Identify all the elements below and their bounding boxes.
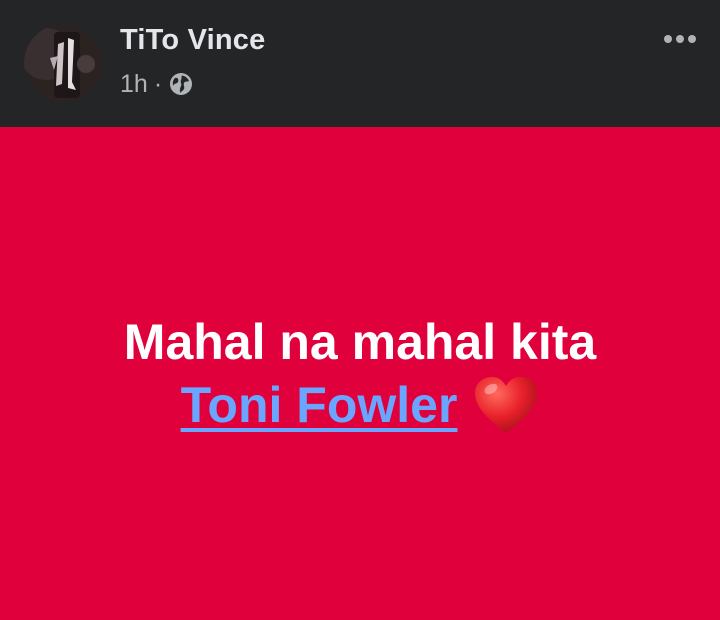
facebook-post: TiTo Vince 1h · Mahal na mahal kita Toni… — [0, 0, 720, 620]
more-horizontal-icon — [664, 35, 696, 43]
mention-link[interactable]: Toni Fowler — [181, 376, 458, 434]
meta-separator: · — [153, 69, 163, 98]
post-timestamp[interactable]: 1h — [120, 70, 148, 99]
red-heart-emoji — [473, 375, 539, 435]
post-text: Mahal na mahal kita Toni Fowler — [0, 313, 720, 435]
post-text-line2: Toni Fowler — [181, 375, 540, 435]
author-name[interactable]: TiTo Vince — [120, 24, 265, 57]
post-background: Mahal na mahal kita Toni Fowler — [0, 127, 720, 620]
post-header: TiTo Vince 1h · — [0, 0, 720, 127]
avatar-image — [24, 24, 102, 102]
globe-icon[interactable] — [169, 72, 193, 96]
post-text-line1: Mahal na mahal kita — [123, 314, 597, 370]
post-meta: 1h · — [120, 68, 193, 100]
more-options-button[interactable] — [658, 22, 702, 56]
avatar[interactable] — [24, 24, 102, 102]
